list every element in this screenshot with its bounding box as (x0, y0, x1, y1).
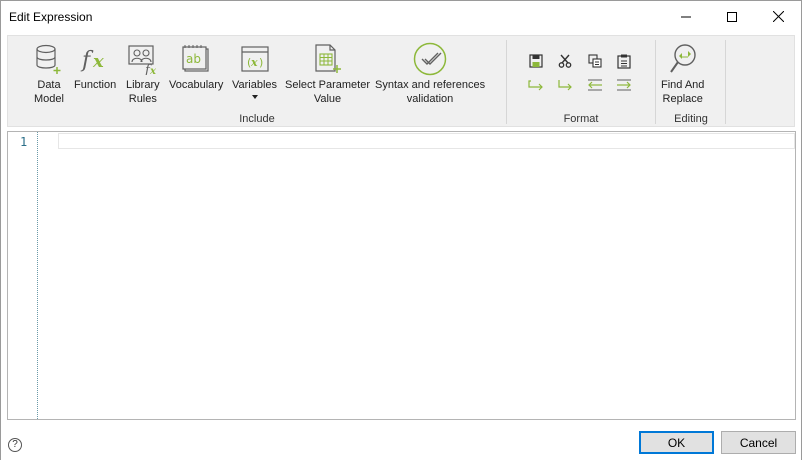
minimize-button[interactable] (663, 1, 709, 32)
ribbon-toolbar: Data Model f x Function f x Library Rule… (7, 35, 795, 127)
cut-button[interactable] (555, 52, 575, 70)
clipboard-icon (617, 54, 631, 69)
expression-editor[interactable]: 1 (7, 131, 796, 420)
database-add-icon (36, 44, 61, 74)
indent-icon (617, 79, 631, 91)
code-text-area[interactable] (58, 133, 795, 417)
dialog-footer: ? OK Cancel (1, 421, 801, 460)
library-rules-label: Library Rules (126, 79, 160, 105)
window-title: Edit Expression (9, 10, 93, 24)
function-label: Function (74, 79, 117, 91)
find-and-replace-label: Find And Replace (661, 79, 705, 105)
edit-expression-window: Edit Expression Data Model f x Function … (0, 0, 802, 460)
title-bar: Edit Expression (1, 1, 801, 32)
svg-text:f: f (80, 48, 94, 73)
vocabulary-ab-icon: ab (182, 45, 209, 72)
undo-icon (528, 80, 543, 91)
scissors-icon (558, 54, 572, 68)
check-circle-icon (413, 42, 447, 76)
save-icon (529, 54, 543, 68)
minimize-icon (681, 16, 691, 17)
copy-icon (588, 54, 602, 68)
close-button[interactable] (755, 1, 801, 32)
syntax-validation-label: Syntax and references validation (375, 79, 486, 105)
cancel-button[interactable]: Cancel (721, 431, 796, 454)
outdent-icon (588, 79, 602, 91)
line-number-gutter: 1 (8, 132, 38, 419)
svg-text:x: x (250, 56, 258, 69)
variables-x-icon: ( x ) (240, 46, 269, 72)
select-parameter-value-label: Select Parameter Value (285, 79, 370, 105)
line-number: 1 (20, 135, 28, 149)
library-rules-icon: f x (128, 45, 157, 75)
group-label-format: Format (563, 113, 599, 125)
chevron-down-icon (251, 95, 258, 99)
ok-button[interactable]: OK (639, 431, 714, 454)
svg-text:): ) (259, 56, 263, 69)
close-icon (772, 11, 784, 22)
ribbon-separator (506, 40, 507, 124)
select-parameter-value-button[interactable]: Select Parameter Value (285, 40, 370, 106)
increase-indent-button[interactable] (614, 76, 634, 94)
svg-text:ab: ab (186, 52, 201, 66)
decrease-indent-button[interactable] (585, 76, 605, 94)
save-button[interactable] (526, 52, 546, 70)
variables-label: Variables (232, 79, 278, 91)
vocabulary-button[interactable]: ab Vocabulary (169, 40, 223, 92)
redo-icon (558, 80, 572, 91)
ribbon-separator (725, 40, 726, 124)
variables-button[interactable]: ( x ) Variables (232, 40, 277, 99)
svg-text:x: x (149, 66, 157, 75)
syntax-validation-button[interactable]: Syntax and references validation (375, 40, 485, 106)
vocabulary-label: Vocabulary (169, 79, 224, 91)
find-replace-icon (669, 44, 696, 73)
data-model-button[interactable]: Data Model (34, 40, 64, 106)
undo-button[interactable] (526, 76, 546, 94)
maximize-button[interactable] (709, 1, 755, 32)
redo-button[interactable] (555, 76, 575, 94)
help-icon[interactable]: ? (8, 438, 22, 452)
function-button[interactable]: f x Function (74, 40, 116, 92)
ribbon-separator (655, 40, 656, 124)
copy-button[interactable] (585, 52, 605, 70)
maximize-icon (727, 11, 737, 22)
paste-button[interactable] (614, 52, 634, 70)
library-rules-button[interactable]: f x Library Rules (126, 40, 160, 106)
group-label-include: Include (239, 113, 275, 125)
find-and-replace-button[interactable]: Find And Replace (661, 40, 704, 106)
svg-text:x: x (92, 51, 104, 72)
group-label-editing: Editing (674, 113, 708, 125)
function-fx-icon: f x (80, 48, 104, 73)
table-add-icon (315, 44, 342, 73)
data-model-label: Data Model (34, 79, 64, 105)
